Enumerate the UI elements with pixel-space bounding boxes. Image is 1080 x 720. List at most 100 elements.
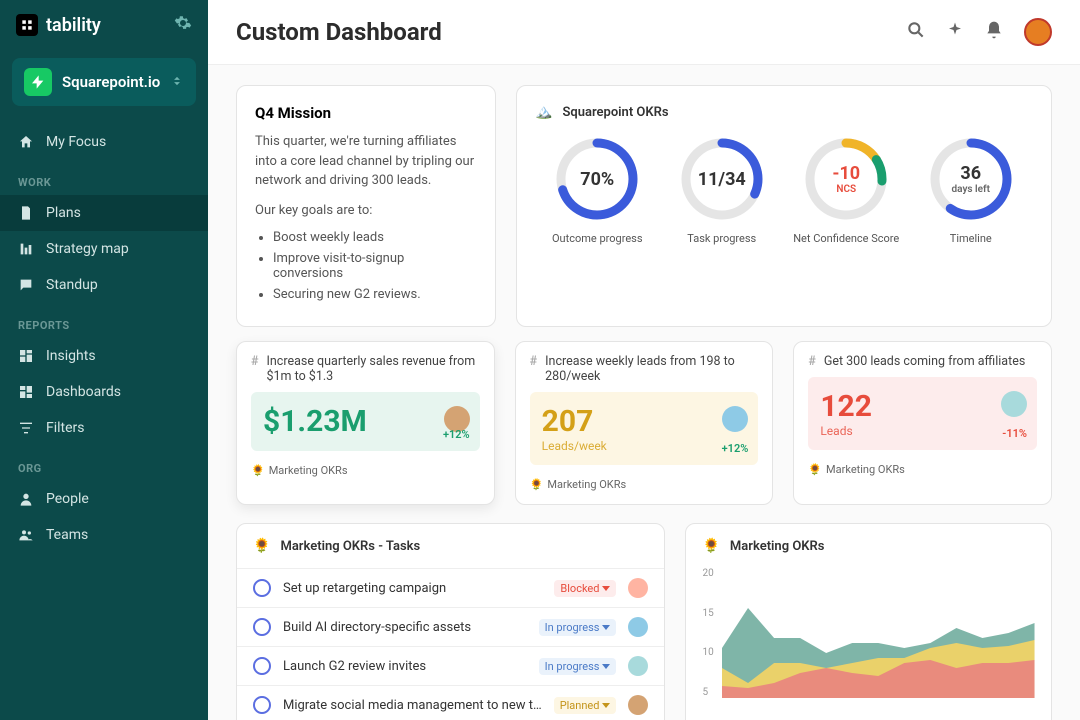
kpi-tag[interactable]: 🌻Marketing OKRs [530,478,627,491]
kpi-tag[interactable]: 🌻Marketing OKRs [251,464,348,477]
nav-my-focus[interactable]: My Focus [0,124,208,160]
nav-teams[interactable]: Teams [0,517,208,553]
task-title: Build AI directory-specific assets [283,620,527,635]
task-checkbox[interactable] [253,696,271,714]
nav-people[interactable]: People [0,481,208,517]
bell-icon[interactable] [984,20,1004,44]
hash-icon: # [530,354,537,369]
gauge-sub: NCS [836,184,856,195]
kpi-title: Get 300 leads coming from affiliates [824,354,1025,369]
tasks-title: Marketing OKRs - Tasks [280,539,420,554]
kpi-value: 207 [542,404,747,439]
kpi-card-affiliates[interactable]: #Get 300 leads coming from affiliates 12… [793,341,1052,505]
nav-filters[interactable]: Filters [0,410,208,446]
sunflower-icon: 🌻 [251,464,265,477]
task-owner-avatar[interactable] [628,695,648,715]
nav-label: Standup [46,277,98,293]
settings-icon[interactable] [174,14,192,36]
kpi-title: Increase quarterly sales revenue from $1… [266,354,479,384]
mission-goal: Improve visit-to-signup conversions [273,251,477,281]
task-status[interactable]: In progress [539,619,617,636]
kpi-tag[interactable]: 🌻Marketing OKRs [808,463,905,476]
user-avatar[interactable] [1024,18,1052,46]
mission-goal: Boost weekly leads [273,230,477,245]
workspace-chevron-icon [170,73,184,92]
sunflower-icon: 🌻 [530,478,544,491]
sunflower-icon: 🌻 [702,538,719,554]
nav-insights[interactable]: Insights [0,338,208,374]
brand[interactable]: tability [16,14,101,36]
gauge-value: 70% [580,169,614,190]
task-status[interactable]: Blocked [554,580,616,597]
person-icon [18,491,34,507]
kpi-owner-avatar[interactable] [1001,391,1027,417]
sparkle-icon[interactable] [946,21,964,43]
gauge-timeline: 36days left Timeline [912,134,1030,245]
mission-goal: Securing new G2 reviews. [273,287,477,302]
okrs-card: 🏔️Squarepoint OKRs 70% Outcome progress … [516,85,1052,327]
kpi-card-leads[interactable]: # Increase weekly leads from 198 to 280/w… [515,341,774,505]
gauge-ncs: -10NCS Net Confidence Score [787,134,905,245]
workspace-selector[interactable]: Squarepoint.io [12,58,196,106]
y-tick: 15 [702,608,713,619]
chevron-down-icon [602,625,610,630]
sunflower-icon: 🌻 [808,463,822,476]
kpi-unit: Leads [820,424,1025,438]
kpi-card-revenue[interactable]: # Increase quarterly sales revenue from $… [236,341,495,505]
nav-plans[interactable]: Plans [0,195,208,231]
nav-section-org: ORG [0,446,208,481]
nav-label: Teams [46,527,88,543]
gauge-task: 11/34 Task progress [663,134,781,245]
gauge-caption: Outcome progress [538,232,656,245]
task-row[interactable]: Set up retargeting campaign Blocked [237,568,664,607]
gauge-value: 36 [960,163,981,184]
nav-dashboards[interactable]: Dashboards [0,374,208,410]
nav-label: Plans [46,205,81,221]
sunflower-icon: 🌻 [253,538,270,554]
sidebar: tability Squarepoint.io My Focus WORK Pl… [0,0,208,720]
grid-icon [18,384,34,400]
task-owner-avatar[interactable] [628,617,648,637]
kpi-delta: -11% [1002,427,1027,440]
kpi-delta: +12% [443,428,470,441]
nav-strategy-map[interactable]: Strategy map [0,231,208,267]
task-title: Launch G2 review invites [283,659,527,674]
search-icon[interactable] [906,20,926,44]
task-row[interactable]: Launch G2 review invites In progress [237,646,664,685]
doc-icon [18,205,34,221]
dashboard-icon [18,348,34,364]
task-checkbox[interactable] [253,657,271,675]
bars-icon [18,241,34,257]
hash-icon: # [251,354,258,369]
task-owner-avatar[interactable] [628,578,648,598]
filter-icon [18,420,34,436]
nav-label: Insights [46,348,96,364]
gauge-sub: days left [952,184,990,195]
task-status[interactable]: In progress [539,658,617,675]
chart-card: 🌻Marketing OKRs 2015105 1 Apr24 Apr17 Ma… [685,523,1052,720]
nav-label: People [46,491,89,507]
nav-standup[interactable]: Standup [0,267,208,303]
chart-plot: 2015105 [702,568,1035,718]
nav-section-reports: REPORTS [0,303,208,338]
task-checkbox[interactable] [253,579,271,597]
task-owner-avatar[interactable] [628,656,648,676]
people-icon [18,527,34,543]
kpi-title: Increase weekly leads from 198 to 280/we… [545,354,758,384]
kpi-delta: +12% [722,442,749,455]
main: Custom Dashboard Q4 Mission This quarter… [208,0,1080,720]
okrs-title: Squarepoint OKRs [562,105,668,120]
task-status[interactable]: Planned [554,697,617,714]
mission-body: This quarter, we're turning affiliates i… [255,132,477,191]
task-row[interactable]: Build AI directory-specific assets In pr… [237,607,664,646]
home-icon [18,134,34,150]
y-tick: 20 [702,568,713,579]
page-title: Custom Dashboard [236,18,442,46]
mission-goals-intro: Our key goals are to: [255,201,477,221]
nav-label: Filters [46,420,85,436]
workspace-icon [24,68,52,96]
task-checkbox[interactable] [253,618,271,636]
task-row[interactable]: Migrate social media management to new t… [237,685,664,720]
gauge-caption: Timeline [912,232,1030,245]
chevron-down-icon [602,703,610,708]
